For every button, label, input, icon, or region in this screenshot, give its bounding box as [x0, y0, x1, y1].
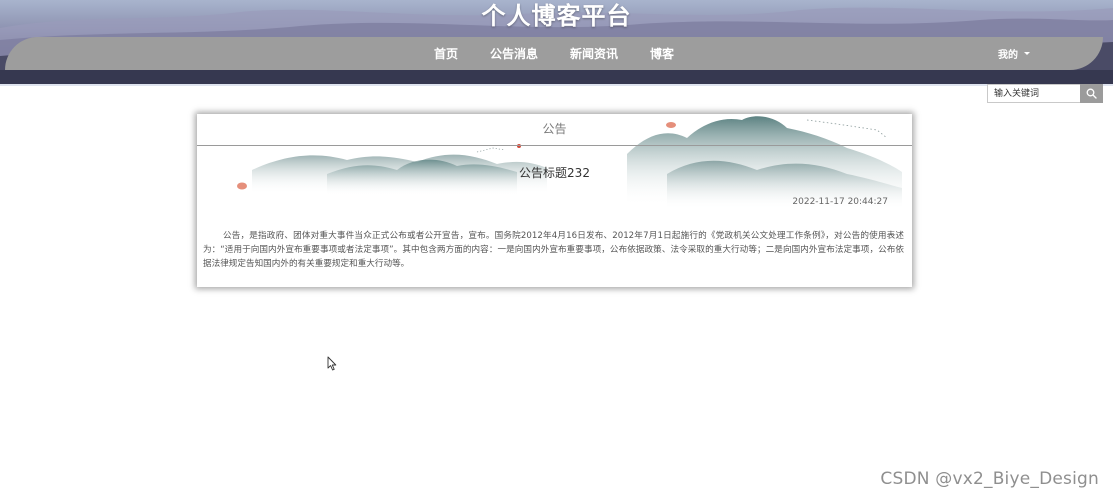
- mouse-pointer-icon: [327, 356, 337, 371]
- search-box: [987, 84, 1103, 103]
- user-menu-dropdown[interactable]: 我的: [998, 37, 1030, 70]
- notice-section-header: 公告: [197, 114, 912, 146]
- page: 个人博客平台 首页 公告消息 新闻资讯 博客 我的 输入关键词 公告 公告标题2…: [0, 0, 1113, 499]
- nav-bar: 首页 公告消息 新闻资讯 博客 我的: [5, 37, 1103, 70]
- caret-down-icon: [1024, 52, 1030, 55]
- search-button[interactable]: [1080, 84, 1103, 103]
- site-title: 个人博客平台: [481, 2, 632, 30]
- nav-menu: 首页 公告消息 新闻资讯 博客: [5, 37, 1103, 70]
- nav-item-news[interactable]: 新闻资讯: [570, 45, 618, 62]
- notice-title: 公告标题232: [519, 166, 590, 180]
- header-banner: 个人博客平台 首页 公告消息 新闻资讯 博客 我的: [0, 0, 1113, 84]
- notice-datetime: 2022-11-17 20:44:27: [792, 197, 888, 207]
- header-divider: [0, 84, 1113, 86]
- search-input[interactable]: [987, 84, 1080, 103]
- nav-item-blog[interactable]: 博客: [650, 45, 674, 62]
- user-menu-label: 我的: [998, 50, 1018, 61]
- notice-content: 公告，是指政府、团体对重大事件当众正式公布或者公开宣告，宣布。国务院2012年4…: [203, 231, 904, 269]
- nav-item-notices[interactable]: 公告消息: [490, 45, 538, 62]
- notice-detail-card: 公告 公告标题232 2022-11-17 20:44:27 公告，是指政府、团…: [197, 114, 912, 287]
- search-icon: [1086, 88, 1097, 99]
- nav-item-home[interactable]: 首页: [434, 45, 458, 62]
- csdn-watermark: CSDN @vx2_Biye_Design: [880, 469, 1099, 489]
